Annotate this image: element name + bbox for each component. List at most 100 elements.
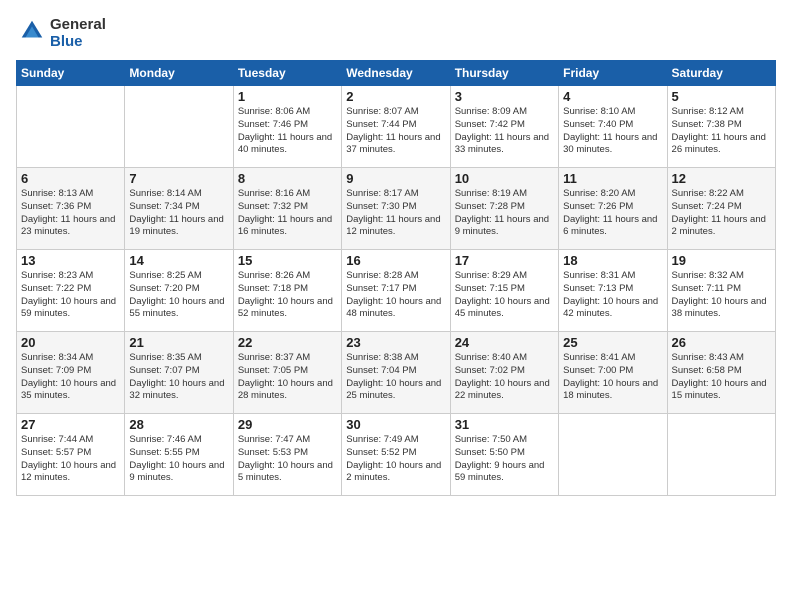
day-info: Sunrise: 8:35 AM Sunset: 7:07 PM Dayligh… (129, 352, 228, 403)
calendar-cell: 29 Sunrise: 7:47 AM Sunset: 5:53 PM Dayli… (233, 414, 341, 496)
weekday-header: Wednesday (342, 61, 450, 86)
weekday-header: Thursday (450, 61, 558, 86)
day-number: 3 (455, 89, 554, 104)
day-number: 26 (672, 335, 771, 350)
day-info: Sunrise: 8:43 AM Sunset: 6:58 PM Dayligh… (672, 352, 771, 403)
page-container: General Blue SundayMondayTuesdayWednesda… (0, 0, 792, 504)
calendar-cell (667, 414, 775, 496)
day-number: 14 (129, 253, 228, 268)
day-number: 21 (129, 335, 228, 350)
day-info: Sunrise: 7:49 AM Sunset: 5:52 PM Dayligh… (346, 434, 445, 485)
day-number: 8 (238, 171, 337, 186)
day-info: Sunrise: 8:26 AM Sunset: 7:18 PM Dayligh… (238, 270, 337, 321)
day-number: 17 (455, 253, 554, 268)
calendar-cell: 25 Sunrise: 8:41 AM Sunset: 7:00 PM Dayli… (559, 332, 667, 414)
calendar-cell: 4Sunrise: 8:10 AM Sunset: 7:40 PM Daylig… (559, 86, 667, 168)
day-number: 25 (563, 335, 662, 350)
day-number: 15 (238, 253, 337, 268)
day-number: 13 (21, 253, 120, 268)
day-info: Sunrise: 8:38 AM Sunset: 7:04 PM Dayligh… (346, 352, 445, 403)
day-info: Sunrise: 8:09 AM Sunset: 7:42 PM Dayligh… (455, 106, 554, 157)
calendar-cell: 5 Sunrise: 8:12 AM Sunset: 7:38 PM Daylig… (667, 86, 775, 168)
day-info: Sunrise: 8:14 AM Sunset: 7:34 PM Dayligh… (129, 188, 228, 239)
calendar-cell: 3 Sunrise: 8:09 AM Sunset: 7:42 PM Daylig… (450, 86, 558, 168)
calendar-week-row: 1 Sunrise: 8:06 AM Sunset: 7:46 PM Daylig… (17, 86, 776, 168)
day-info: Sunrise: 8:28 AM Sunset: 7:17 PM Dayligh… (346, 270, 445, 321)
day-info: Sunrise: 8:37 AM Sunset: 7:05 PM Dayligh… (238, 352, 337, 403)
day-info: Sunrise: 8:07 AM Sunset: 7:44 PM Dayligh… (346, 106, 445, 157)
weekday-header: Tuesday (233, 61, 341, 86)
calendar-cell: 23Sunrise: 8:38 AM Sunset: 7:04 PM Dayli… (342, 332, 450, 414)
day-info: Sunrise: 8:25 AM Sunset: 7:20 PM Dayligh… (129, 270, 228, 321)
calendar-cell: 17 Sunrise: 8:29 AM Sunset: 7:15 PM Dayli… (450, 250, 558, 332)
day-info: Sunrise: 8:29 AM Sunset: 7:15 PM Dayligh… (455, 270, 554, 321)
day-info: Sunrise: 8:20 AM Sunset: 7:26 PM Dayligh… (563, 188, 662, 239)
day-info: Sunrise: 8:17 AM Sunset: 7:30 PM Dayligh… (346, 188, 445, 239)
day-number: 6 (21, 171, 120, 186)
day-info: Sunrise: 8:06 AM Sunset: 7:46 PM Dayligh… (238, 106, 337, 157)
calendar-cell: 6 Sunrise: 8:13 AM Sunset: 7:36 PM Daylig… (17, 168, 125, 250)
calendar-table: SundayMondayTuesdayWednesdayThursdayFrid… (16, 60, 776, 496)
calendar-cell: 14 Sunrise: 8:25 AM Sunset: 7:20 PM Dayli… (125, 250, 233, 332)
day-number: 28 (129, 417, 228, 432)
day-number: 18 (563, 253, 662, 268)
day-number: 9 (346, 171, 445, 186)
day-info: Sunrise: 8:22 AM Sunset: 7:24 PM Dayligh… (672, 188, 771, 239)
calendar-week-row: 6 Sunrise: 8:13 AM Sunset: 7:36 PM Daylig… (17, 168, 776, 250)
day-info: Sunrise: 8:40 AM Sunset: 7:02 PM Dayligh… (455, 352, 554, 403)
calendar-cell (17, 86, 125, 168)
calendar-cell: 26 Sunrise: 8:43 AM Sunset: 6:58 PM Dayli… (667, 332, 775, 414)
day-number: 24 (455, 335, 554, 350)
day-info: Sunrise: 8:16 AM Sunset: 7:32 PM Dayligh… (238, 188, 337, 239)
day-info: Sunrise: 8:13 AM Sunset: 7:36 PM Dayligh… (21, 188, 120, 239)
calendar-cell: 12 Sunrise: 8:22 AM Sunset: 7:24 PM Dayli… (667, 168, 775, 250)
day-number: 7 (129, 171, 228, 186)
calendar-cell: 11 Sunrise: 8:20 AM Sunset: 7:26 PM Dayli… (559, 168, 667, 250)
calendar-cell: 7 Sunrise: 8:14 AM Sunset: 7:34 PM Daylig… (125, 168, 233, 250)
calendar-cell (125, 86, 233, 168)
day-number: 2 (346, 89, 445, 104)
day-info: Sunrise: 8:23 AM Sunset: 7:22 PM Dayligh… (21, 270, 120, 321)
logo: General Blue (16, 16, 106, 50)
weekday-header: Friday (559, 61, 667, 86)
day-info: Sunrise: 7:47 AM Sunset: 5:53 PM Dayligh… (238, 434, 337, 485)
day-info: Sunrise: 8:41 AM Sunset: 7:00 PM Dayligh… (563, 352, 662, 403)
weekday-header: Monday (125, 61, 233, 86)
calendar-cell: 8 Sunrise: 8:16 AM Sunset: 7:32 PM Daylig… (233, 168, 341, 250)
calendar-cell: 16Sunrise: 8:28 AM Sunset: 7:17 PM Dayli… (342, 250, 450, 332)
day-number: 1 (238, 89, 337, 104)
weekday-header: Saturday (667, 61, 775, 86)
day-info: Sunrise: 8:34 AM Sunset: 7:09 PM Dayligh… (21, 352, 120, 403)
calendar-cell: 15 Sunrise: 8:26 AM Sunset: 7:18 PM Dayli… (233, 250, 341, 332)
day-number: 4 (563, 89, 662, 104)
calendar-body: 1 Sunrise: 8:06 AM Sunset: 7:46 PM Daylig… (17, 86, 776, 496)
day-number: 5 (672, 89, 771, 104)
calendar-cell: 22 Sunrise: 8:37 AM Sunset: 7:05 PM Dayli… (233, 332, 341, 414)
calendar-cell: 21 Sunrise: 8:35 AM Sunset: 7:07 PM Dayli… (125, 332, 233, 414)
day-number: 27 (21, 417, 120, 432)
day-number: 11 (563, 171, 662, 186)
calendar-cell: 20 Sunrise: 8:34 AM Sunset: 7:09 PM Dayli… (17, 332, 125, 414)
calendar-cell: 1 Sunrise: 8:06 AM Sunset: 7:46 PM Daylig… (233, 86, 341, 168)
day-number: 10 (455, 171, 554, 186)
calendar-cell: 18Sunrise: 8:31 AM Sunset: 7:13 PM Dayli… (559, 250, 667, 332)
day-number: 22 (238, 335, 337, 350)
day-info: Sunrise: 8:12 AM Sunset: 7:38 PM Dayligh… (672, 106, 771, 157)
day-number: 29 (238, 417, 337, 432)
weekday-header: Sunday (17, 61, 125, 86)
day-info: Sunrise: 7:46 AM Sunset: 5:55 PM Dayligh… (129, 434, 228, 485)
logo-general: General (50, 16, 106, 33)
logo-blue: Blue (50, 33, 106, 50)
day-number: 20 (21, 335, 120, 350)
calendar-cell (559, 414, 667, 496)
calendar-cell: 27Sunrise: 7:44 AM Sunset: 5:57 PM Dayli… (17, 414, 125, 496)
day-number: 12 (672, 171, 771, 186)
day-number: 30 (346, 417, 445, 432)
day-info: Sunrise: 8:19 AM Sunset: 7:28 PM Dayligh… (455, 188, 554, 239)
logo-icon (18, 17, 46, 45)
calendar-cell: 13 Sunrise: 8:23 AM Sunset: 7:22 PM Dayli… (17, 250, 125, 332)
calendar-header: SundayMondayTuesdayWednesdayThursdayFrid… (17, 61, 776, 86)
calendar-cell: 9 Sunrise: 8:17 AM Sunset: 7:30 PM Daylig… (342, 168, 450, 250)
calendar-cell: 28 Sunrise: 7:46 AM Sunset: 5:55 PM Dayli… (125, 414, 233, 496)
day-number: 31 (455, 417, 554, 432)
